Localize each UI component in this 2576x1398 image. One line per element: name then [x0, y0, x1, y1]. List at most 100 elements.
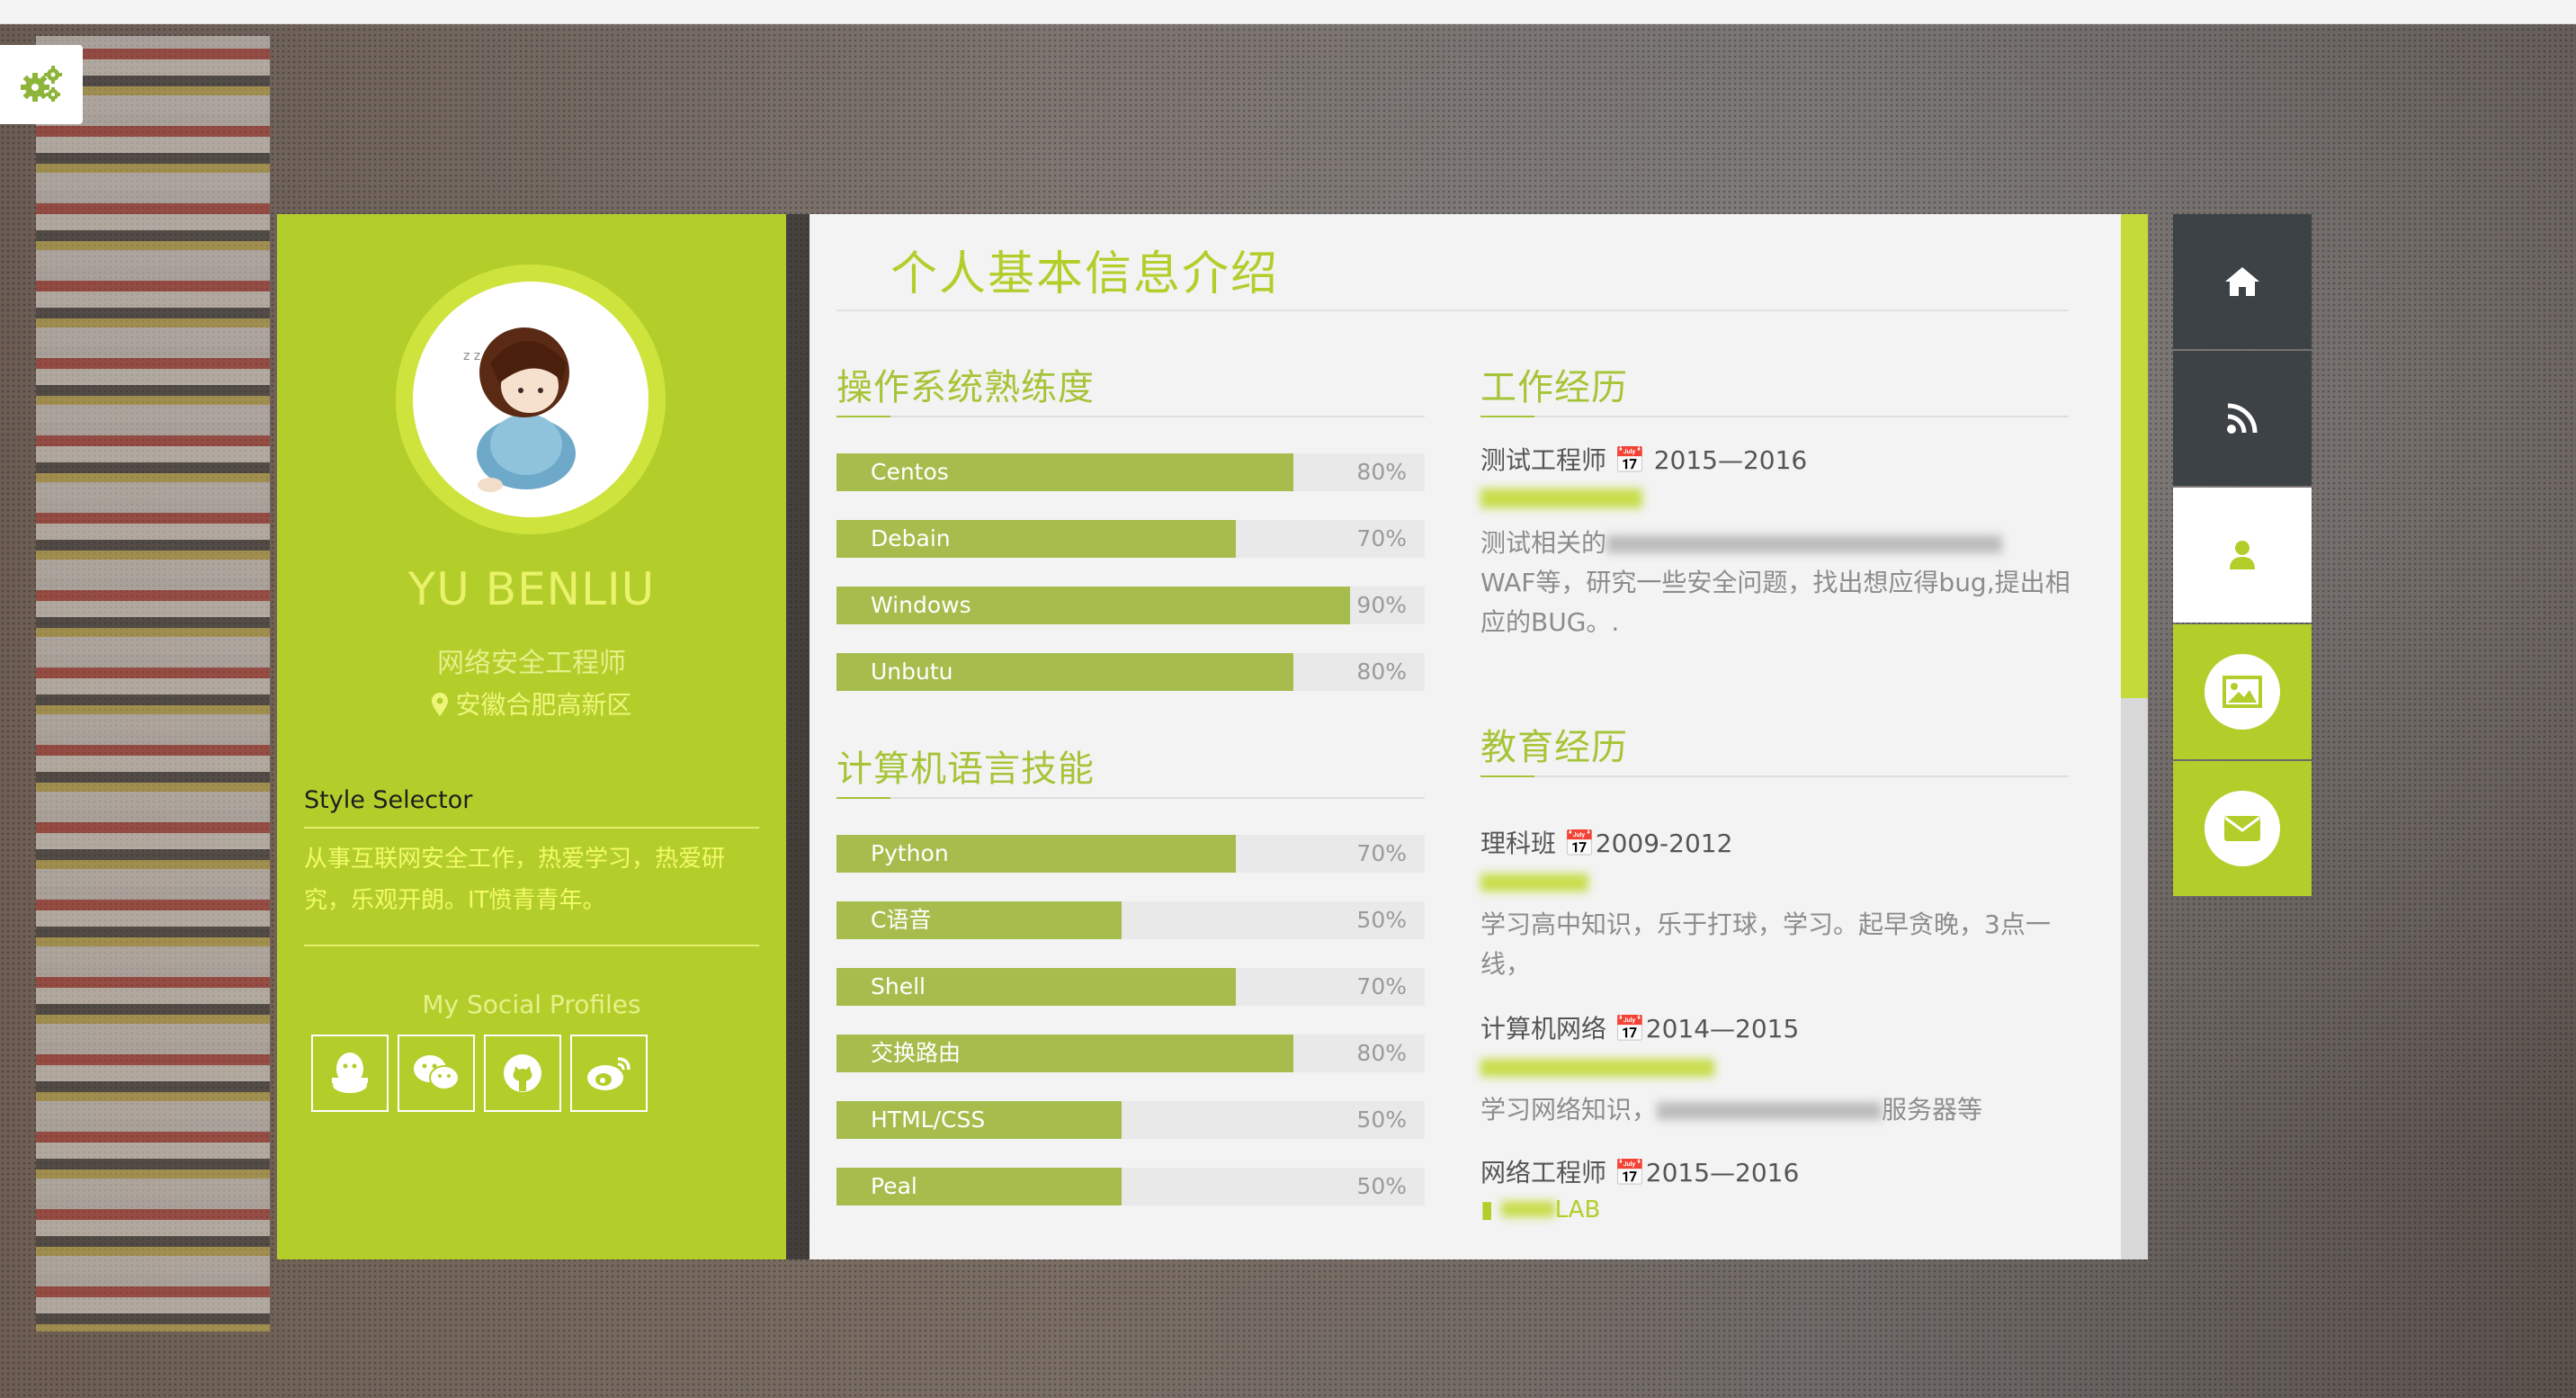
skill-percent: 50%	[1356, 1107, 1407, 1133]
skill-label: Unbutu	[871, 659, 953, 685]
edu-entry-2-desc-tail: 服务器等	[1882, 1095, 1983, 1125]
skill-label: 交换路由	[871, 1040, 962, 1066]
content-scrollbar[interactable]	[2121, 214, 2148, 1259]
skill-percent: 70%	[1356, 973, 1407, 999]
edu-section-divider	[1480, 775, 2069, 777]
skill-label: Python	[871, 840, 949, 866]
edu-entry-3-sub: LAB	[1554, 1196, 1601, 1223]
edu-entry-3: 网络工程师 📅2015—2016 ▮ LAB	[1480, 1153, 2074, 1223]
work-entry-role: 测试工程师	[1480, 445, 1607, 475]
wechat-icon	[414, 1055, 460, 1090]
calendar-icon: 📅	[1614, 1014, 1646, 1044]
edu-entry-1-school	[1480, 871, 2074, 898]
image-icon	[2223, 676, 2262, 708]
gallery-circle	[2205, 654, 2280, 730]
edu-entry-1-dates: 2009-2012	[1595, 829, 1733, 858]
location-text: 安徽合肥高新区	[455, 690, 632, 720]
skill-label: Windows	[871, 592, 971, 618]
lang-skill-bar: 70% Python	[836, 835, 1425, 873]
edu-entry-3-role: 网络工程师	[1480, 1158, 1607, 1187]
lang-skill-bar: 50% Peal	[836, 1168, 1425, 1205]
nav-gallery[interactable]	[2173, 624, 2312, 759]
nav-contact[interactable]	[2173, 761, 2312, 896]
work-entry-dates: 2015—2016	[1653, 445, 1808, 475]
skill-label: Shell	[871, 973, 926, 999]
wechat-button[interactable]	[398, 1035, 475, 1112]
edu-entry-1-role: 理科班	[1480, 829, 1557, 858]
weibo-button[interactable]	[570, 1035, 648, 1112]
work-desc-line1: 测试相关的	[1480, 528, 1607, 558]
redacted-school	[1480, 874, 1588, 892]
skill-percent: 70%	[1356, 525, 1407, 551]
github-icon	[504, 1054, 541, 1092]
avatar-ring: z z	[396, 264, 666, 534]
scrollbar-thumb[interactable]	[2121, 214, 2148, 698]
bio-divider	[304, 945, 759, 946]
edu-entry-1-heading: 理科班 📅2009-2012	[1480, 824, 2074, 860]
profile-sidebar: z z YU BENLIU 网络安全工程师 安徽合肥高新区 Style Sele…	[277, 214, 786, 1259]
os-section-divider	[836, 416, 1425, 417]
skill-label: C语音	[871, 907, 932, 933]
skill-percent: 80%	[1356, 459, 1407, 485]
skill-percent: 50%	[1356, 907, 1407, 933]
profile-location: 安徽合肥高新区	[277, 686, 786, 721]
edu-entry-3-heading: 网络工程师 📅2015—2016	[1480, 1153, 2074, 1189]
edu-entry-2-dates: 2014—2015	[1645, 1014, 1800, 1044]
edu-entry-1: 理科班 📅2009-2012 学习高中知识，乐于打球，学习。起早贪晚，3点一线，	[1480, 824, 2074, 984]
lang-section-title: 计算机语言技能	[836, 748, 1095, 790]
github-button[interactable]	[484, 1035, 561, 1112]
redacted-text	[1657, 1102, 1883, 1120]
work-entry-description: 测试相关的 WAF等，研究一些安全问题，找出想应得bug,提出相应的BUG。.	[1480, 524, 2074, 642]
nav-rss[interactable]	[2173, 351, 2312, 486]
edu-entry-3-dates: 2015—2016	[1645, 1158, 1800, 1187]
background-bookshelf	[36, 36, 270, 1331]
gears-icon	[21, 66, 62, 102]
skill-label: Centos	[871, 459, 949, 485]
user-icon	[2230, 541, 2255, 569]
panel-separator	[786, 214, 809, 1259]
qq-button[interactable]	[311, 1035, 389, 1112]
lang-skill-bar: 80% 交换路由	[836, 1035, 1425, 1072]
lang-skill-bar: 50% C语音	[836, 901, 1425, 939]
lang-section-divider	[836, 797, 1425, 799]
work-section-divider	[1480, 416, 2069, 417]
work-entry-company	[1480, 488, 2074, 515]
avatar-illustration: z z	[463, 327, 576, 492]
settings-gear-button[interactable]	[0, 45, 83, 124]
edu-entry-3-school: ▮ LAB	[1480, 1196, 2074, 1223]
book-icon: ▮	[1480, 1196, 1494, 1223]
qq-icon	[332, 1053, 368, 1093]
skill-percent: 80%	[1356, 659, 1407, 685]
work-desc-rest: WAF等，研究一些安全问题，找出想应得bug,提出相应的BUG。.	[1480, 568, 2071, 637]
map-marker-icon	[431, 693, 448, 716]
social-profiles-title: My Social Profiles	[422, 990, 641, 1019]
main-content-panel: 个人基本信息介绍 操作系统熟练度 80% Centos 70% Debain 90% Wi…	[809, 214, 2148, 1259]
style-selector-label[interactable]: Style Selector	[304, 786, 759, 829]
rss-icon	[2227, 403, 2258, 434]
redacted-school	[1500, 1201, 1555, 1217]
weibo-icon	[587, 1057, 631, 1090]
nav-profile[interactable]	[2173, 488, 2312, 623]
os-section-title: 操作系统熟练度	[836, 367, 1095, 408]
edu-section-title: 教育经历	[1480, 727, 1628, 768]
lang-skill-bar: 50% HTML/CSS	[836, 1101, 1425, 1139]
skill-percent: 70%	[1356, 840, 1407, 866]
avatar: z z	[413, 282, 648, 517]
os-skill-bar: 80% Centos	[836, 453, 1425, 491]
edu-entry-2-role: 计算机网络	[1480, 1014, 1607, 1044]
calendar-icon: 📅	[1614, 445, 1646, 475]
page-title: 个人基本信息介绍	[890, 247, 1280, 301]
section-nav	[2173, 214, 2312, 898]
edu-entry-2-desc: 学习网络知识，	[1480, 1095, 1658, 1125]
contact-circle	[2205, 791, 2280, 866]
mail-icon	[2224, 816, 2260, 841]
redacted-school	[1480, 1059, 1714, 1077]
work-entry: 测试工程师 📅 2015—2016 测试相关的 WAF等，研究一些安全问题，找出…	[1480, 441, 2074, 642]
calendar-icon: 📅	[1563, 829, 1596, 858]
social-profiles-row	[311, 1035, 648, 1112]
skill-label: HTML/CSS	[871, 1107, 986, 1133]
edu-entry-2-description: 学习网络知识， 服务器等	[1480, 1090, 2074, 1130]
skill-percent: 50%	[1356, 1173, 1407, 1199]
nav-home[interactable]	[2173, 214, 2312, 349]
edu-entry-2-heading: 计算机网络 📅2014—2015	[1480, 1009, 2074, 1045]
